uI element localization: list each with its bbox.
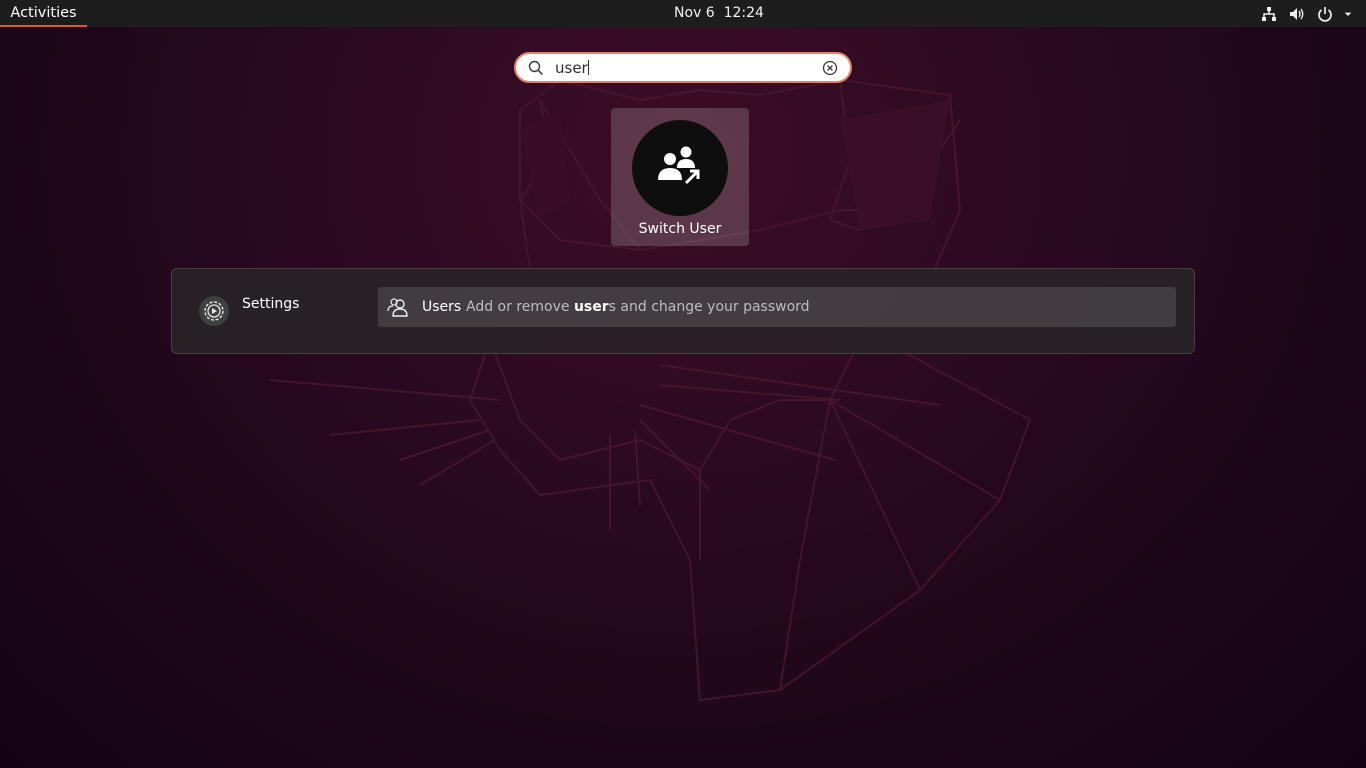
app-result-switch-user[interactable]: Switch User: [611, 108, 749, 246]
desc-highlight: user: [573, 299, 609, 315]
search-text: user: [555, 59, 588, 77]
desc-before: Add or remove: [466, 299, 574, 315]
desc-after: s and change your password: [608, 299, 810, 315]
search-icon: [528, 60, 544, 76]
system-tray: [1260, 0, 1356, 27]
chevron-down-icon[interactable]: [1344, 5, 1356, 23]
result-description: Add or remove users and change your pass…: [466, 287, 810, 327]
activities-indicator: [0, 25, 87, 27]
switch-user-icon: [632, 120, 728, 216]
settings-icon[interactable]: [199, 296, 229, 326]
result-item-users[interactable]: Users Add or remove users and change you…: [378, 287, 1176, 327]
search-results-panel: Settings Users Add or remove users and c…: [171, 268, 1195, 354]
provider-name[interactable]: Settings: [242, 296, 299, 312]
result-title: Users: [422, 299, 462, 315]
clock-area: Nov 6 12:24: [0, 0, 1366, 27]
text-caret: [587, 60, 589, 75]
top-bar: Activities Nov 6 12:24: [0, 0, 1366, 27]
clock[interactable]: Nov 6 12:24: [674, 5, 764, 21]
users-icon: [387, 298, 408, 317]
search-input[interactable]: user: [555, 54, 589, 81]
activities-button[interactable]: Activities: [0, 0, 87, 27]
clear-icon[interactable]: [822, 60, 838, 76]
power-icon[interactable]: [1316, 5, 1334, 23]
network-icon[interactable]: [1260, 5, 1278, 23]
activities-label: Activities: [10, 5, 77, 21]
volume-icon[interactable]: [1288, 5, 1306, 23]
search-entry[interactable]: user: [514, 52, 852, 83]
app-label: Switch User: [638, 221, 722, 237]
